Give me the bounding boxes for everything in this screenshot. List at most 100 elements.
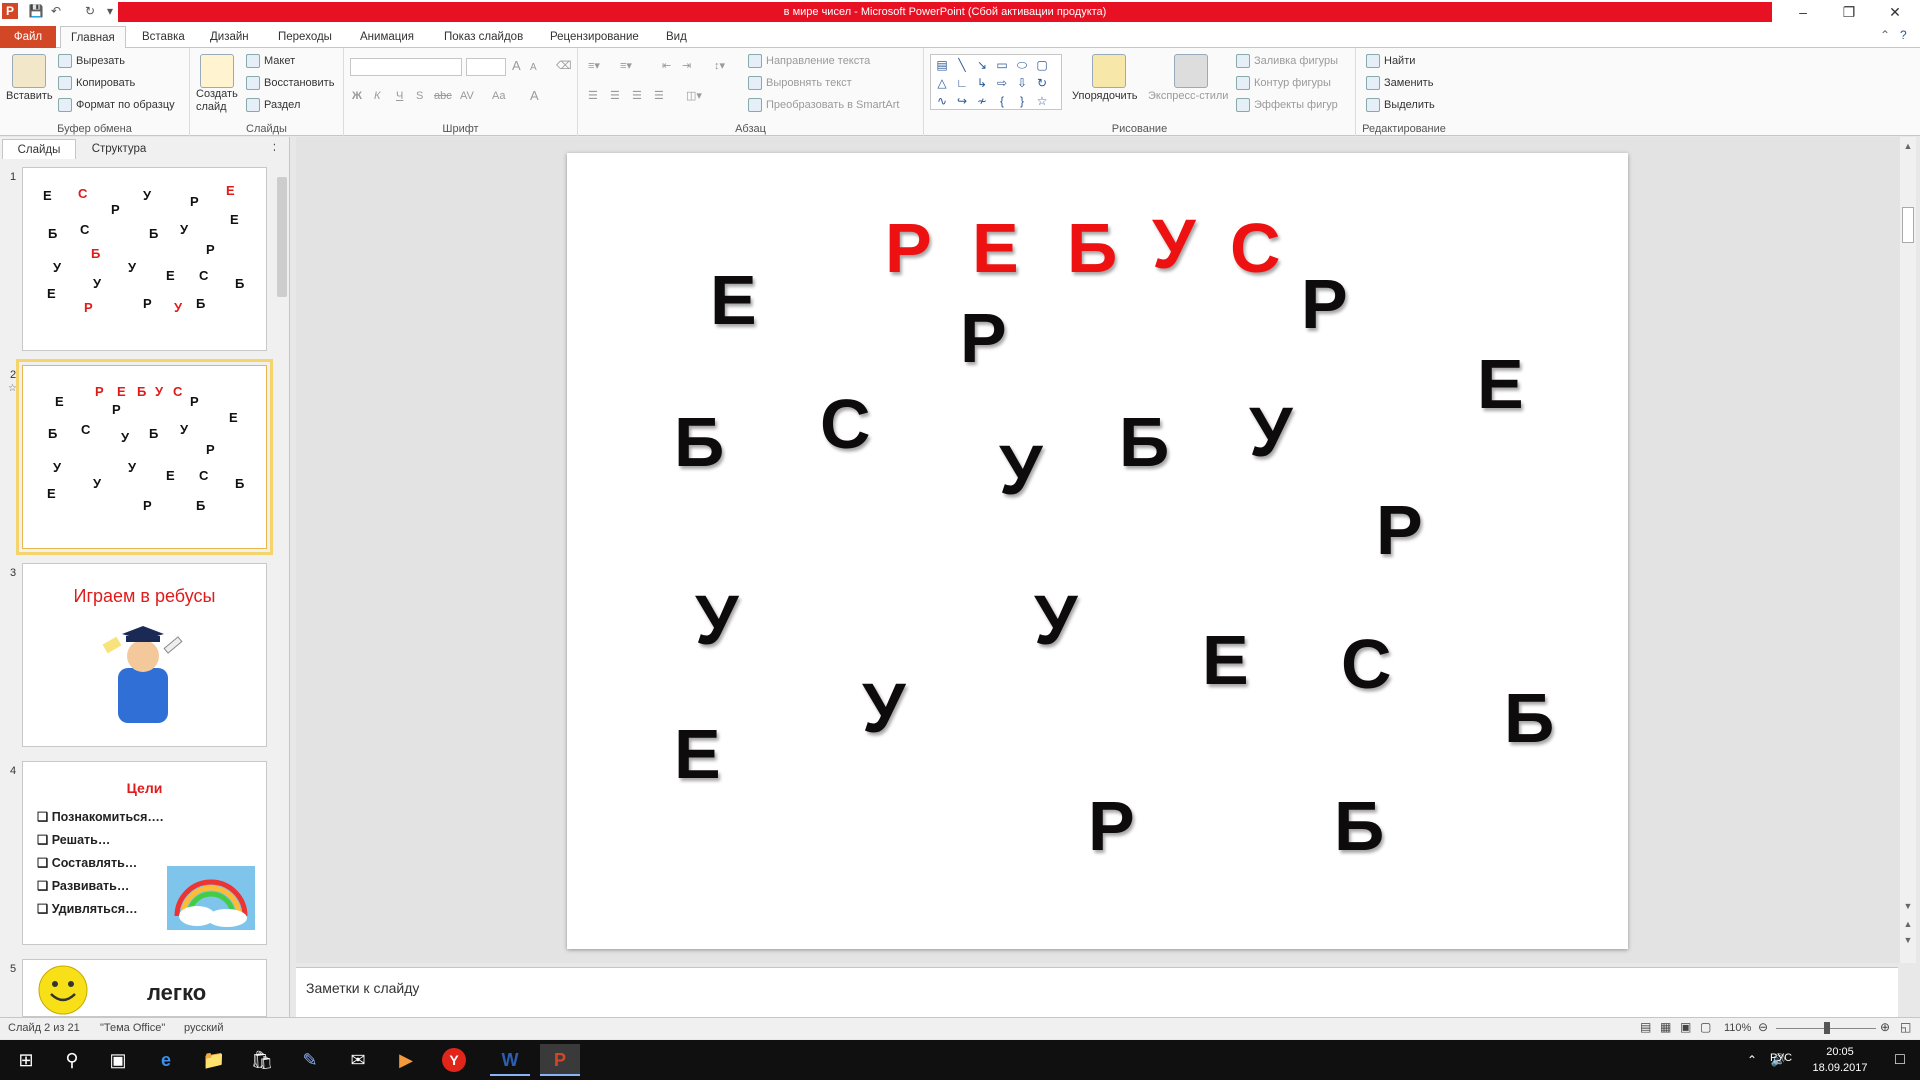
restore-button[interactable]: ❐ xyxy=(1826,0,1872,24)
bent-arrow-shape-icon[interactable]: ↪ xyxy=(953,93,971,109)
paste-button[interactable]: Вставить xyxy=(6,88,53,104)
right-arrow-shape-icon[interactable]: ⇨ xyxy=(993,75,1011,91)
puzzle-letter[interactable]: У xyxy=(695,585,739,655)
slide-sorter-icon[interactable]: ▦ xyxy=(1660,1020,1671,1034)
reset-button[interactable]: Восстановить xyxy=(246,75,334,91)
title-letter[interactable]: Е xyxy=(972,213,1019,283)
puzzle-letter[interactable]: У xyxy=(1249,397,1293,467)
reading-view-icon[interactable]: ▣ xyxy=(1680,1020,1691,1034)
tab-slideshow[interactable]: Показ слайдов xyxy=(434,26,533,48)
clear-format-icon[interactable]: ⌫ xyxy=(556,58,572,74)
redo-icon[interactable]: ↻ xyxy=(82,3,98,19)
line-shape-icon[interactable]: ╲ xyxy=(953,57,971,73)
puzzle-letter[interactable]: Е xyxy=(674,719,721,789)
title-letter[interactable]: У xyxy=(1152,209,1196,279)
title-letter[interactable]: Б xyxy=(1067,213,1117,283)
font-family-combo[interactable] xyxy=(350,58,462,76)
normal-view-icon[interactable]: ▤ xyxy=(1640,1020,1651,1034)
font-size-combo[interactable] xyxy=(466,58,506,76)
cut-button[interactable]: Вырезать xyxy=(58,53,125,69)
rectangle-shape-icon[interactable]: ▭ xyxy=(993,57,1011,73)
puzzle-letter[interactable]: У xyxy=(1034,585,1078,655)
zoom-in-icon[interactable]: ⊕ xyxy=(1880,1020,1890,1034)
puzzle-letter[interactable]: С xyxy=(1341,629,1392,699)
input-language[interactable]: РУС xyxy=(1770,1052,1792,1064)
underline-button[interactable]: Ч xyxy=(396,88,403,104)
shrink-font-button[interactable]: A xyxy=(530,60,537,76)
tab-file[interactable]: Файл xyxy=(0,26,56,48)
smartart-button[interactable]: Преобразовать в SmartArt xyxy=(748,97,899,113)
puzzle-letter[interactable]: Р xyxy=(1301,269,1348,339)
slides-pane-scrollbar[interactable] xyxy=(275,137,289,1017)
arrange-button[interactable]: Упорядочить xyxy=(1072,88,1137,104)
strikethrough-button[interactable]: abc xyxy=(434,88,452,104)
tab-transitions[interactable]: Переходы xyxy=(268,26,342,48)
quick-styles-icon[interactable] xyxy=(1174,54,1208,88)
customize-quick-access-icon[interactable]: ▾ xyxy=(102,3,118,19)
align-left-icon[interactable]: ☰ xyxy=(588,88,598,104)
numbering-icon[interactable]: ≡▾ xyxy=(620,58,632,74)
app-icon[interactable]: ✎ xyxy=(290,1044,330,1076)
powerpoint-app-icon[interactable]: P xyxy=(2,3,18,19)
select-button[interactable]: Выделить xyxy=(1366,97,1435,113)
shadow-icon[interactable]: S xyxy=(416,88,423,104)
search-icon[interactable]: ⚲ xyxy=(52,1044,92,1076)
next-slide-icon[interactable]: ▼ xyxy=(1900,935,1916,945)
slide-thumbnail-2-selected[interactable]: Р Е Б У С Е Р Р Е Б С У Б У Р У У Е С У … xyxy=(16,359,273,555)
notifications-icon[interactable]: □ xyxy=(1880,1044,1920,1076)
fit-to-window-icon[interactable]: ◱ xyxy=(1900,1020,1911,1034)
word-icon[interactable]: W xyxy=(490,1044,530,1076)
new-slide-icon[interactable] xyxy=(200,54,234,88)
slideshow-view-icon[interactable]: ▢ xyxy=(1700,1020,1711,1034)
current-slide[interactable]: Р Е Б У С Е Р Р Е Б С У Б У Р У У Е С Б … xyxy=(567,153,1628,949)
rounded-rect-shape-icon[interactable]: ▢ xyxy=(1033,57,1051,73)
tab-insert[interactable]: Вставка xyxy=(132,26,195,48)
increase-indent-icon[interactable]: ⇥ xyxy=(682,58,691,74)
puzzle-letter[interactable]: Р xyxy=(1376,495,1423,565)
scroll-down-icon[interactable]: ▼ xyxy=(1900,901,1916,911)
justify-icon[interactable]: ☰ xyxy=(654,88,664,104)
shape-outline-button[interactable]: Контур фигуры xyxy=(1236,75,1331,91)
minimize-ribbon-icon[interactable]: ⌃ xyxy=(1880,28,1890,42)
line-spacing-icon[interactable]: ↕▾ xyxy=(714,58,725,74)
notes-placeholder[interactable]: Заметки к слайду xyxy=(306,980,419,996)
language-indicator[interactable]: русский xyxy=(184,1022,223,1034)
puzzle-letter[interactable]: С xyxy=(820,389,871,459)
tab-view[interactable]: Вид xyxy=(656,26,697,48)
tab-home[interactable]: Главная xyxy=(60,26,126,49)
shape-effects-button[interactable]: Эффекты фигур xyxy=(1236,97,1338,113)
title-letter[interactable]: С xyxy=(1230,213,1281,283)
media-player-icon[interactable]: ▶ xyxy=(386,1044,426,1076)
powerpoint-icon[interactable]: P xyxy=(540,1044,580,1076)
puzzle-letter[interactable]: Б xyxy=(674,407,724,477)
new-slide-button[interactable]: Создать слайд xyxy=(196,88,244,114)
zoom-out-icon[interactable]: ⊖ xyxy=(1758,1020,1768,1034)
scribble-shape-icon[interactable]: ≁ xyxy=(973,93,991,109)
format-painter-button[interactable]: Формат по образцу xyxy=(58,97,175,113)
notes-pane[interactable]: Заметки к слайду xyxy=(296,967,1898,1017)
store-icon[interactable]: 🛍 xyxy=(242,1044,282,1076)
yandex-browser-icon[interactable]: Y xyxy=(442,1048,466,1072)
windows-start-icon[interactable]: ⊞ xyxy=(6,1044,46,1076)
bullets-icon[interactable]: ≡▾ xyxy=(588,58,600,74)
scroll-thumb[interactable] xyxy=(1902,207,1914,243)
puzzle-letter[interactable]: Е xyxy=(1202,625,1249,695)
puzzle-letter[interactable]: Б xyxy=(1504,683,1554,753)
replace-button[interactable]: Заменить xyxy=(1366,75,1433,91)
font-color-button[interactable]: A xyxy=(530,88,539,104)
undo-icon[interactable]: ↶ xyxy=(48,3,64,19)
elbow-connector-shape-icon[interactable]: ∟ xyxy=(953,75,971,91)
title-letter[interactable]: Р xyxy=(885,213,932,283)
slide-thumbnail-3[interactable]: Играем в ребусы xyxy=(22,563,267,747)
scroll-thumb[interactable] xyxy=(277,177,287,297)
curved-connector-shape-icon[interactable]: ↳ xyxy=(973,75,991,91)
italic-button[interactable]: К xyxy=(374,88,380,104)
slide-thumbnail-4[interactable]: Цели ❏ Познакомиться…. ❏ Решать… ❏ Соста… xyxy=(22,761,267,945)
find-button[interactable]: Найти xyxy=(1366,53,1415,69)
tab-review[interactable]: Рецензирование xyxy=(540,26,649,48)
paste-icon[interactable] xyxy=(12,54,46,88)
file-explorer-icon[interactable]: 📁 xyxy=(194,1044,234,1076)
editor-scrollbar[interactable]: ▲ ▼ ▲ ▼ xyxy=(1900,137,1916,963)
char-spacing-button[interactable]: AV xyxy=(460,88,474,104)
tab-slides-pane[interactable]: Слайды xyxy=(2,139,76,159)
